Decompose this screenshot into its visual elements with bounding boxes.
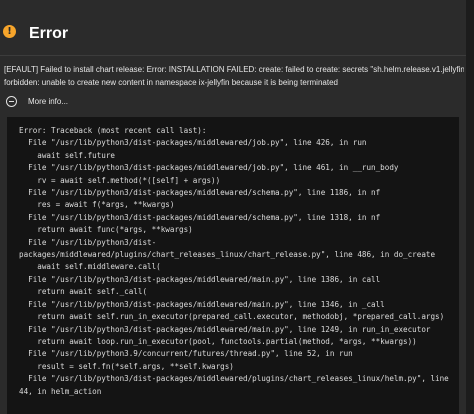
error-dialog: ! Error [EFAULT] Failed to install chart… bbox=[0, 0, 466, 414]
traceback-line: File "/usr/lib/python3.9/concurrent/futu… bbox=[19, 349, 353, 359]
traceback-line: File "/usr/lib/python3/dist-packages/mid… bbox=[19, 274, 381, 284]
header-divider bbox=[0, 55, 466, 56]
dialog-title: Error bbox=[29, 25, 69, 42]
dialog-header: ! Error bbox=[0, 14, 466, 54]
traceback-line: packages/middlewared/plugins/chart_relea… bbox=[19, 250, 436, 260]
background-strip bbox=[466, 0, 474, 414]
traceback-line: return await self._call( bbox=[19, 287, 148, 297]
traceback-line: 44, in helm_action bbox=[19, 386, 102, 396]
traceback-line: File "/usr/lib/python3/dist-packages/mid… bbox=[19, 324, 431, 334]
traceback-line: rv = await self.method(*([self] + args)) bbox=[19, 175, 221, 185]
traceback-line: await self.future bbox=[19, 150, 116, 160]
error-summary-line: [EFAULT] Failed to install chart release… bbox=[4, 65, 464, 74]
traceback-line: File "/usr/lib/python3/dist-packages/mid… bbox=[19, 163, 399, 173]
traceback-line: res = await f(*args, **kwargs) bbox=[19, 200, 175, 210]
more-info-toggle[interactable]: More info... bbox=[6, 94, 68, 109]
more-info-label: More info... bbox=[28, 97, 69, 106]
collapse-circle-icon bbox=[6, 96, 17, 107]
traceback-text: Error: Traceback (most recent call last)… bbox=[19, 125, 449, 398]
traceback-line: File "/usr/lib/python3/dist-packages/mid… bbox=[19, 138, 367, 148]
traceback-panel[interactable]: Error: Traceback (most recent call last)… bbox=[7, 117, 459, 414]
warning-circle-icon: ! bbox=[3, 25, 16, 38]
traceback-line: File "/usr/lib/python3/dist-packages/mid… bbox=[19, 374, 449, 384]
traceback-line: return await self.run_in_executor(prepar… bbox=[19, 312, 445, 322]
error-summary: [EFAULT] Failed to install chart release… bbox=[4, 63, 464, 89]
error-summary-line: forbidden: unable to create new content … bbox=[4, 78, 338, 87]
traceback-line: result = self.fn(*self.args, **self.kwar… bbox=[19, 361, 234, 371]
traceback-line: File "/usr/lib/python3/dist-packages/mid… bbox=[19, 188, 381, 198]
traceback-line: File "/usr/lib/python3/dist-packages/mid… bbox=[19, 212, 381, 222]
traceback-line: return await loop.run_in_executor(pool, … bbox=[19, 336, 417, 346]
traceback-line: await self.middleware.call( bbox=[19, 262, 161, 272]
traceback-line: return await func(*args, **kwargs) bbox=[19, 225, 193, 235]
traceback-line: File "/usr/lib/python3/dist- bbox=[19, 237, 157, 247]
traceback-line: Error: Traceback (most recent call last)… bbox=[19, 126, 207, 135]
traceback-line: File "/usr/lib/python3/dist-packages/mid… bbox=[19, 299, 385, 309]
